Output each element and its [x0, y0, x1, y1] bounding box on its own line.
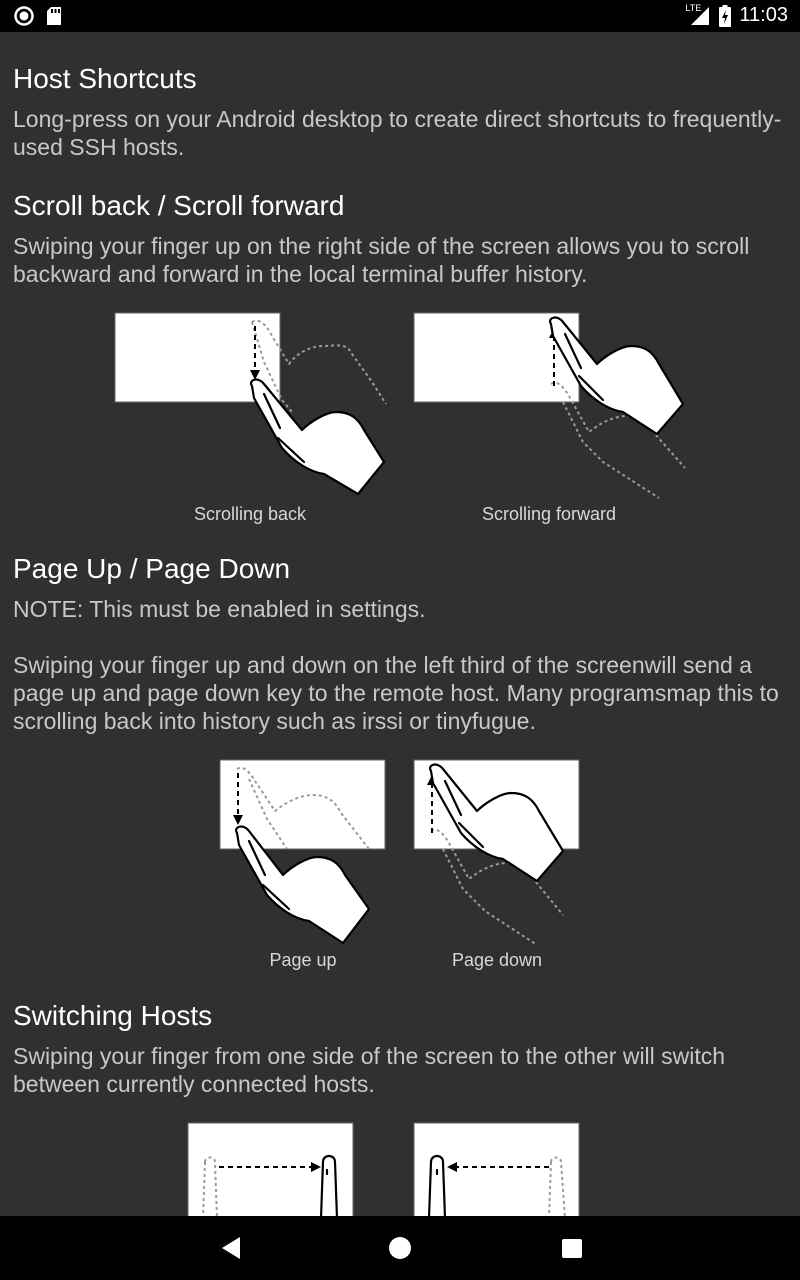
battery-charging-icon: [719, 4, 732, 27]
section-host-shortcuts: Host Shortcuts Long-press on your Androi…: [13, 62, 793, 161]
caption-page-up: Page up: [269, 950, 337, 970]
section-note: NOTE: This must be enabled in settings.: [13, 596, 426, 622]
caption-scrolling-back: Scrolling back: [193, 504, 307, 524]
caption-page-down: Page down: [451, 950, 543, 970]
home-icon[interactable]: [388, 1234, 412, 1262]
scrolling-back-illustration: [114, 312, 387, 496]
lte-signal-icon: LTE: [685, 3, 711, 27]
section-page-up-down: Page Up / Page Down NOTE: This must be e…: [13, 552, 793, 735]
switch-host-left-illustration: [413, 1122, 580, 1216]
section-body: Long-press on your Android desktop to cr…: [13, 106, 782, 160]
switch-host-right-illustration: [187, 1122, 354, 1216]
navigation-bar: [0, 1216, 800, 1280]
section-title: Switching Hosts: [13, 1000, 213, 1031]
section-scroll: Scroll back / Scroll forward Swiping you…: [13, 189, 793, 288]
back-icon[interactable]: [219, 1234, 243, 1262]
page-up-illustration: [219, 759, 386, 945]
recents-icon[interactable]: [560, 1234, 584, 1262]
section-title: Scroll back / Scroll forward: [13, 190, 345, 221]
section-body: Swiping your finger from one side of the…: [13, 1043, 726, 1097]
section-title: Host Shortcuts: [13, 63, 197, 94]
section-switching-hosts: Switching Hosts Swiping your finger from…: [13, 999, 793, 1098]
scrolling-forward-illustration: [413, 312, 686, 499]
section-body: Swiping your finger up on the right side…: [13, 233, 750, 287]
caption-scrolling-forward: Scrolling forward: [481, 504, 617, 524]
status-bar: LTE 11:03: [0, 0, 800, 32]
help-content[interactable]: Host Shortcuts Long-press on your Androi…: [0, 32, 800, 1216]
sd-card-icon: [47, 7, 61, 25]
section-title: Page Up / Page Down: [13, 553, 291, 584]
circle-notification-icon: [14, 6, 34, 26]
clock: 11:03: [739, 4, 788, 26]
section-body: Swiping your finger up and down on the l…: [13, 652, 779, 734]
page-down-illustration: [413, 759, 580, 946]
